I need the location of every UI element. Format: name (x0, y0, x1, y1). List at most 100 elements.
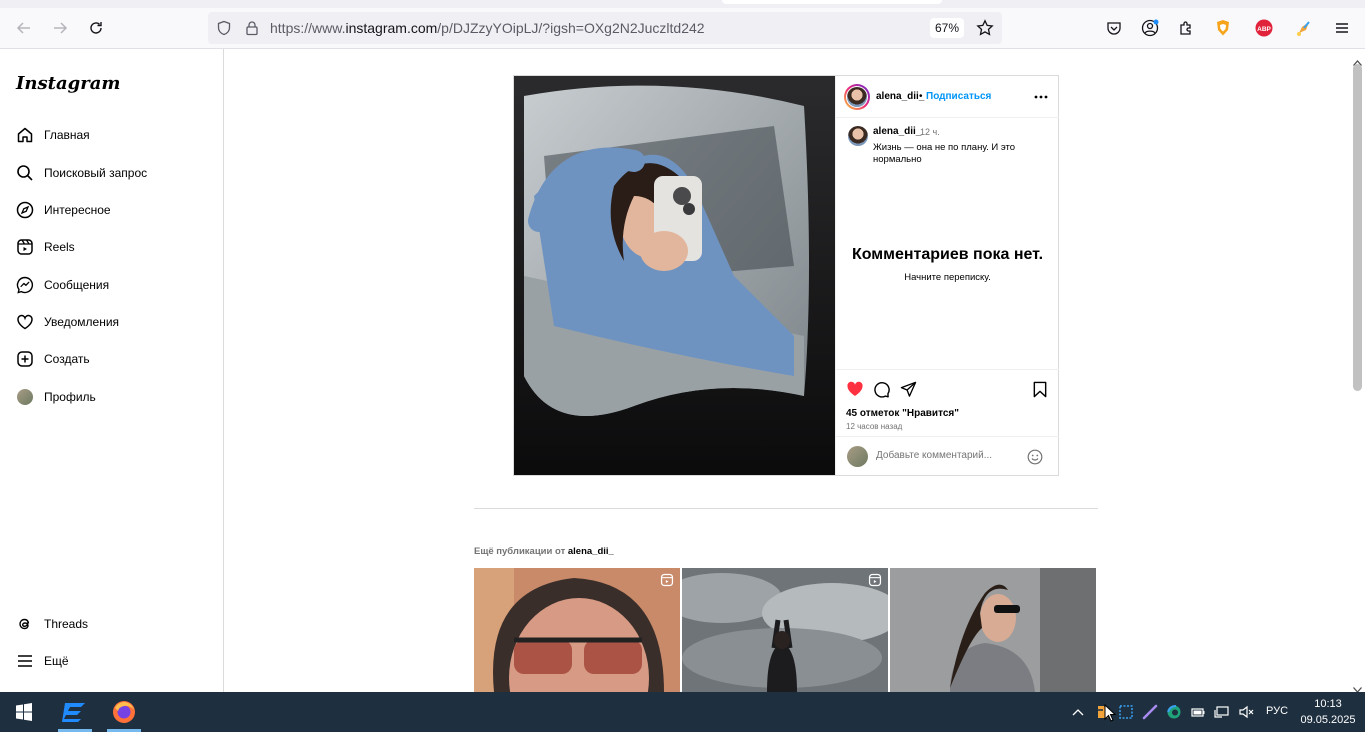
post-sidebar: alena_dii_ • Подписаться alena_dii_ 12 ч… (835, 76, 1059, 475)
comment-input[interactable] (876, 450, 1016, 461)
url-prefix: https://www. (270, 20, 346, 36)
address-bar[interactable]: https://www.instagram.com/p/DJZzyYOipLJ/… (208, 12, 1002, 44)
posted-time[interactable]: 12 часов назад (846, 422, 902, 431)
separator-dot: • (919, 91, 923, 102)
save-bookmark-icon[interactable] (1030, 379, 1050, 399)
url-domain: instagram.com (345, 20, 438, 36)
tray-network-icon[interactable] (1213, 702, 1231, 722)
active-tab-edge[interactable] (722, 0, 942, 4)
taskbar-clock[interactable]: 10:13 09.05.2025 (1296, 696, 1360, 728)
caption-username[interactable]: alena_dii_ (873, 126, 921, 137)
tray-chevron-up-icon[interactable] (1069, 702, 1087, 722)
adblock-plus-icon[interactable]: ABP (1252, 16, 1276, 40)
nav-search-label: Поисковый запрос (44, 166, 148, 180)
zoom-indicator[interactable]: 67% (930, 18, 964, 38)
nav-search[interactable]: Поисковый запрос (16, 161, 147, 185)
author-username[interactable]: alena_dii_ (876, 91, 924, 102)
nav-messages-label: Сообщения (44, 278, 110, 292)
post-header: alena_dii_ • Подписаться (836, 76, 1059, 118)
pocket-icon[interactable] (1102, 16, 1126, 40)
no-comments-title: Комментариев пока нет. (851, 246, 1044, 263)
home-icon (16, 126, 34, 144)
app-b-icon[interactable] (54, 692, 96, 732)
more-options-icon[interactable] (1032, 88, 1050, 106)
caption-avatar[interactable] (848, 126, 868, 146)
reload-icon[interactable] (84, 16, 108, 40)
svg-text:ABP: ABP (1257, 26, 1271, 33)
more-post-thumb[interactable] (682, 568, 888, 692)
tray-screenshot-icon[interactable] (1117, 702, 1135, 722)
nav-more[interactable]: Ещё (16, 649, 69, 673)
browser-toolbar: https://www.instagram.com/p/DJZzyYOipLJ/… (0, 8, 1365, 49)
url-text[interactable]: https://www.instagram.com/p/DJZzyYOipLJ/… (270, 20, 705, 36)
hamburger-menu-icon[interactable] (1330, 16, 1354, 40)
nav-reels-label: Reels (44, 240, 75, 254)
nav-reels[interactable]: Reels (16, 235, 75, 259)
nav-profile-label: Профиль (44, 390, 96, 404)
post-container: alena_dii_ • Подписаться alena_dii_ 12 ч… (513, 75, 1059, 476)
profile-avatar (16, 388, 34, 406)
nav-explore[interactable]: Интересное (16, 198, 111, 222)
bookmark-star-icon[interactable] (976, 19, 994, 42)
scrollbar-thumb[interactable] (1353, 64, 1362, 391)
more-post-thumb[interactable] (474, 568, 680, 692)
compass-icon (16, 201, 34, 219)
brave-shield-icon[interactable] (1211, 16, 1235, 40)
rocket-extension-icon[interactable] (1292, 16, 1316, 40)
user-avatar (847, 446, 868, 467)
tray-pen-icon[interactable] (1141, 702, 1159, 722)
shield-icon[interactable] (216, 20, 232, 41)
caption-text: Жизнь — она не по плану. И это нормально (873, 142, 1016, 165)
tray-battery-icon[interactable] (1189, 702, 1207, 722)
follow-button[interactable]: Подписаться (926, 91, 991, 102)
account-icon[interactable] (1138, 16, 1162, 40)
instagram-sidebar: Instagram Главная Поисковый запрос Интер… (0, 49, 224, 692)
nav-create-label: Создать (44, 352, 90, 366)
nav-home-label: Главная (44, 128, 90, 142)
nav-threads[interactable]: Threads (16, 612, 88, 636)
likes-count[interactable]: 45 отметок "Нравится" (846, 408, 959, 419)
firefox-icon[interactable] (103, 692, 145, 732)
nav-more-label: Ещё (44, 654, 69, 668)
post-actions: 45 отметок "Нравится" 12 часов назад (836, 369, 1059, 475)
comment-icon[interactable] (871, 379, 891, 399)
reels-icon (16, 238, 34, 256)
no-comments-subtitle: Начните переписку. (904, 272, 991, 283)
clock-time: 10:13 (1314, 698, 1342, 710)
nav-home[interactable]: Главная (16, 123, 90, 147)
post-photo[interactable] (514, 76, 835, 475)
mouse-cursor-icon (1104, 703, 1117, 727)
windows-start-icon[interactable] (3, 692, 45, 732)
page-scrollbar[interactable] (1349, 49, 1365, 693)
language-indicator[interactable]: РУС (1266, 705, 1288, 717)
nav-notifications[interactable]: Уведомления (16, 310, 119, 334)
nav-messages[interactable]: Сообщения (16, 273, 109, 297)
forward-arrow-icon[interactable] (48, 16, 72, 40)
tray-edge-icon[interactable] (1165, 702, 1183, 722)
emoji-icon[interactable] (1026, 448, 1044, 466)
messenger-icon (16, 276, 34, 294)
search-icon (16, 164, 34, 182)
plus-icon (16, 350, 34, 368)
back-arrow-icon[interactable] (12, 16, 36, 40)
more-posts-label: Ещё публикации от alena_dii_ (474, 546, 614, 557)
tray-volume-muted-icon[interactable] (1237, 702, 1255, 722)
nav-profile[interactable]: Профиль (16, 385, 96, 409)
instagram-logo[interactable]: Instagram (16, 73, 120, 94)
more-posts-user[interactable]: alena_dii_ (568, 546, 614, 557)
caption-time: 12 ч. (920, 127, 940, 137)
reel-badge-icon (868, 573, 882, 587)
share-icon[interactable] (898, 379, 918, 399)
nav-explore-label: Интересное (44, 203, 111, 217)
windows-taskbar: РУС 10:13 09.05.2025 (0, 692, 1365, 732)
tab-strip (0, 0, 1365, 8)
lock-icon[interactable] (244, 20, 260, 41)
nav-notifications-label: Уведомления (44, 315, 120, 329)
more-post-thumb[interactable] (890, 568, 1096, 692)
menu-icon (16, 652, 34, 670)
extensions-puzzle-icon[interactable] (1174, 16, 1198, 40)
author-avatar[interactable] (844, 84, 870, 110)
nav-create[interactable]: Создать (16, 347, 90, 371)
more-posts-prefix: Ещё публикации от (474, 546, 566, 557)
like-heart-icon[interactable] (845, 379, 865, 399)
